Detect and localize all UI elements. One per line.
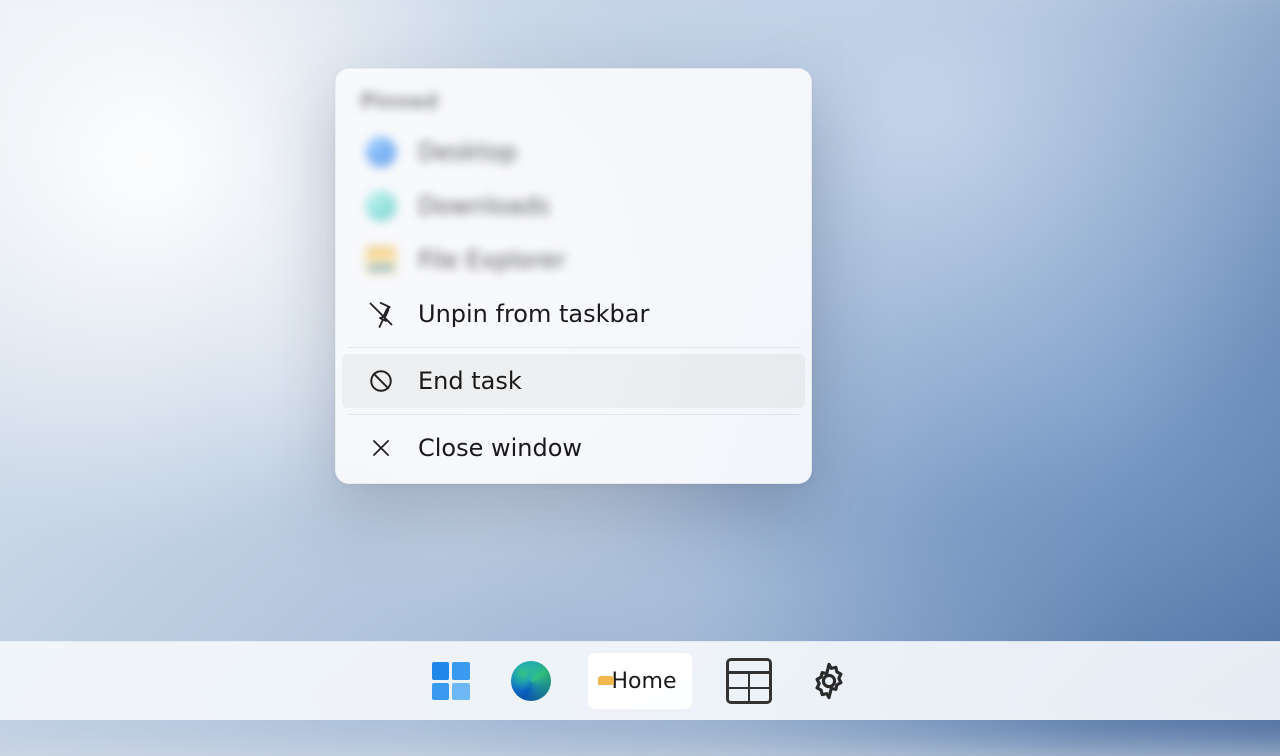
gear-icon	[808, 660, 850, 702]
context-menu-pinned-item[interactable]: File Explorer	[342, 233, 805, 287]
settings-button[interactable]	[805, 657, 853, 705]
taskbar-context-menu: Pinned Desktop Downloads File Explorer U…	[335, 68, 812, 484]
edge-button[interactable]	[507, 657, 555, 705]
context-menu-divider	[348, 414, 799, 415]
context-menu-item-label: File Explorer	[418, 246, 566, 275]
context-menu-section-title: Pinned	[336, 81, 811, 125]
file-explorer-label: Home	[612, 669, 677, 694]
context-menu-item-label: Desktop	[418, 138, 517, 167]
windows-logo-icon	[432, 662, 470, 700]
edge-icon	[511, 661, 551, 701]
context-menu-item-label: End task	[418, 367, 522, 396]
context-menu-pinned-item[interactable]: Desktop	[342, 125, 805, 179]
prohibit-icon	[366, 366, 396, 396]
file-explorer-pin-icon	[366, 245, 396, 275]
end-task[interactable]: End task	[342, 354, 805, 408]
unpin-from-taskbar[interactable]: Unpin from taskbar	[342, 287, 805, 341]
context-menu-item-label: Close window	[418, 434, 582, 463]
calculator-button[interactable]	[725, 657, 773, 705]
unpin-icon	[366, 299, 396, 329]
close-window[interactable]: Close window	[342, 421, 805, 475]
context-menu-item-label: Downloads	[418, 192, 550, 221]
context-menu-pinned-item[interactable]: Downloads	[342, 179, 805, 233]
close-icon	[366, 433, 396, 463]
start-button[interactable]	[427, 657, 475, 705]
desktop-pin-icon	[366, 137, 396, 167]
calculator-icon	[726, 658, 772, 704]
taskbar: Home	[0, 641, 1280, 720]
context-menu-divider	[348, 347, 799, 348]
downloads-pin-icon	[366, 191, 396, 221]
file-explorer-button[interactable]: Home	[587, 652, 694, 710]
context-menu-item-label: Unpin from taskbar	[418, 300, 649, 329]
